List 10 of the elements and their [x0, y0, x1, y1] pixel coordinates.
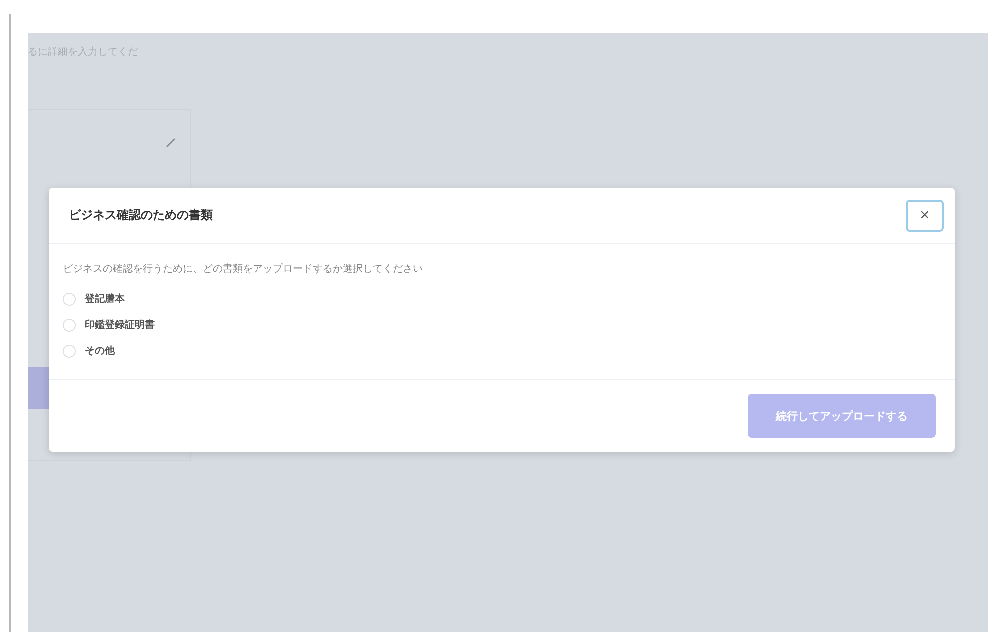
pencil-icon — [166, 138, 176, 148]
prompt-text: ビジネスの確認を行うために、どの書類をアップロードするか選択してください — [63, 262, 424, 276]
radio-button[interactable] — [63, 292, 76, 306]
option-label[interactable]: 印鑑登録証明書 — [85, 318, 155, 332]
option-label[interactable]: その他 — [85, 344, 115, 358]
option-label[interactable]: 登記謄本 — [85, 292, 125, 306]
close-button[interactable]: × — [906, 200, 944, 232]
radio-button[interactable] — [63, 318, 76, 332]
radio-button[interactable] — [63, 344, 76, 358]
dialog-title: ビジネス確認のための書類 — [69, 207, 213, 224]
